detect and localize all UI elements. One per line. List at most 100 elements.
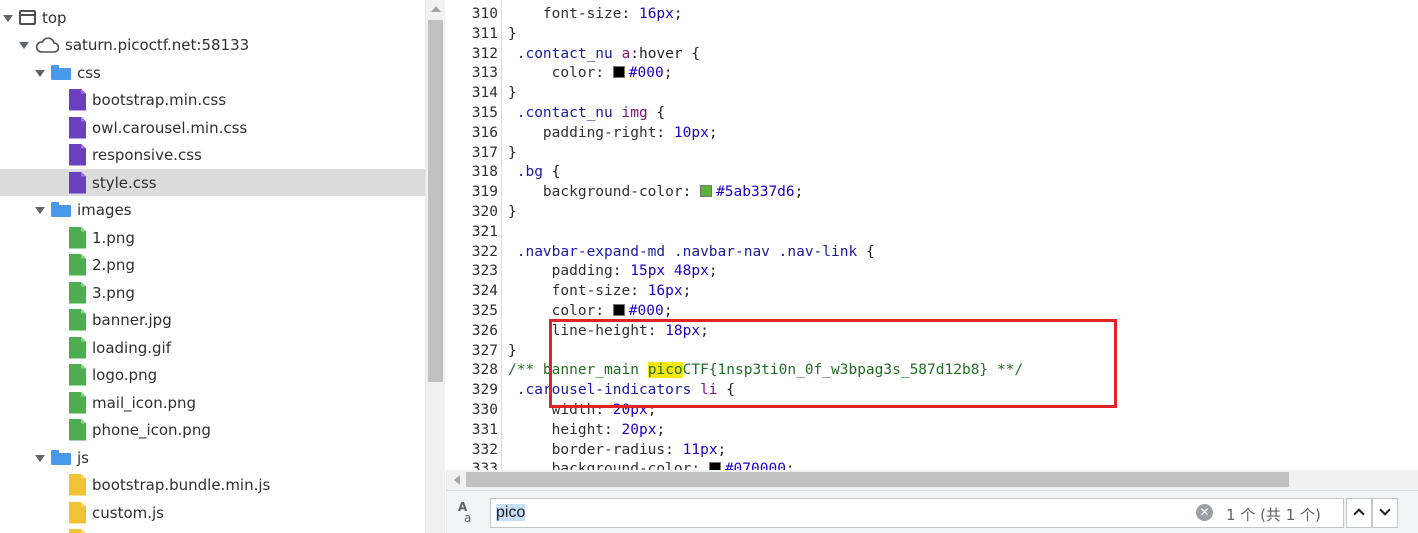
tree-file[interactable]: bootstrap.min.css bbox=[0, 86, 425, 113]
tree-file[interactable]: 1.png bbox=[0, 224, 425, 251]
line-number: 319 bbox=[471, 184, 498, 201]
folder-icon bbox=[51, 65, 71, 80]
line-number: 332 bbox=[471, 441, 498, 458]
chevron-down-icon[interactable] bbox=[3, 13, 13, 23]
clear-search-icon[interactable]: ✕ bbox=[1196, 504, 1213, 521]
line-content: } bbox=[508, 25, 517, 42]
line-number: 333 bbox=[471, 461, 498, 470]
js-file-icon bbox=[69, 474, 86, 496]
tree-file-label: bootstrap.bundle.min.js bbox=[92, 475, 271, 494]
tree-item-top[interactable]: top bbox=[0, 4, 425, 31]
tree-scrollbar[interactable] bbox=[425, 0, 445, 533]
js-file-icon bbox=[69, 502, 86, 524]
image-file-icon bbox=[69, 309, 86, 331]
horizontal-scrollbar[interactable] bbox=[446, 470, 1418, 490]
tree-file[interactable]: bootstrap.bundle.min.js bbox=[0, 471, 425, 498]
line-number: 324 bbox=[471, 283, 498, 300]
line-content: } bbox=[508, 144, 517, 161]
css-file-icon bbox=[69, 117, 86, 139]
tree-label-js: js bbox=[77, 448, 89, 467]
tree-label-top: top bbox=[42, 8, 67, 27]
tree-file-partial bbox=[0, 526, 425, 533]
line-content: .bg { bbox=[516, 164, 561, 181]
line-number: 322 bbox=[471, 243, 498, 260]
file-tree: top saturn.picoctf.net:58133 css bootstr… bbox=[0, 0, 425, 533]
line-content: padding: 15px 48px; bbox=[551, 263, 718, 280]
line-content: .navbar-expand-md .navbar-nav .nav-link … bbox=[516, 243, 875, 260]
image-file-icon bbox=[69, 254, 86, 276]
css-file-icon bbox=[69, 172, 86, 194]
chevron-up-icon bbox=[1353, 508, 1365, 520]
chevron-down-icon[interactable] bbox=[19, 40, 29, 50]
search-query: pico bbox=[496, 504, 526, 521]
tree-file-label: owl.carousel.min.css bbox=[92, 118, 248, 137]
line-number: 317 bbox=[471, 144, 498, 161]
folder-icon bbox=[51, 450, 71, 465]
tree-file-label: mail_icon.png bbox=[92, 393, 197, 412]
horizontal-scrollbar-thumb[interactable] bbox=[466, 472, 1289, 487]
line-content: font-size: 16px; bbox=[542, 6, 683, 22]
css-file-icon bbox=[69, 89, 86, 111]
line-number: 325 bbox=[471, 303, 498, 319]
js-file-icon bbox=[69, 529, 86, 533]
tree-folder-js[interactable]: js bbox=[0, 444, 425, 471]
tree-file[interactable]: loading.gif bbox=[0, 334, 425, 361]
line-number: 313 bbox=[471, 65, 498, 82]
next-match-button[interactable] bbox=[1372, 498, 1398, 528]
tree-file-label: phone_icon.png bbox=[92, 420, 211, 439]
line-content: border-radius: 11px; bbox=[551, 441, 727, 458]
tree-folder-images[interactable]: images bbox=[0, 196, 425, 223]
chevron-down-icon[interactable] bbox=[35, 205, 45, 215]
tree-folder-css[interactable]: css bbox=[0, 59, 425, 86]
search-bar: A a pico ✕ 1 个 (共 1 个) bbox=[446, 490, 1418, 533]
tree-file[interactable]: mail_icon.png bbox=[0, 389, 425, 416]
frame-icon bbox=[19, 10, 36, 25]
tree-file[interactable]: custom.js bbox=[0, 499, 425, 526]
image-file-icon bbox=[69, 364, 86, 386]
line-content: .contact_nu a:hover { bbox=[516, 45, 701, 62]
search-input[interactable]: pico bbox=[490, 498, 1344, 528]
tree-file[interactable]: responsive.css bbox=[0, 141, 425, 168]
folder-icon bbox=[51, 202, 71, 217]
line-content: background-color: #5ab337d6; bbox=[542, 184, 804, 201]
line-number: 329 bbox=[471, 382, 498, 399]
previous-match-button[interactable] bbox=[1346, 498, 1372, 528]
tree-file[interactable]: owl.carousel.min.css bbox=[0, 114, 425, 141]
tree-file-label: logo.png bbox=[92, 365, 158, 384]
line-content: font-size: 16px; bbox=[551, 283, 692, 300]
tree-file[interactable]: 2.png bbox=[0, 251, 425, 278]
tree-file[interactable]: logo.png bbox=[0, 361, 425, 388]
line-number: 327 bbox=[471, 342, 498, 359]
line-number: 328 bbox=[471, 362, 498, 379]
line-number: 331 bbox=[471, 421, 498, 438]
image-file-icon bbox=[69, 227, 86, 249]
tree-file[interactable]: banner.jpg bbox=[0, 306, 425, 333]
line-number: 318 bbox=[471, 164, 498, 181]
line-number: 315 bbox=[471, 105, 498, 121]
tree-file[interactable]: 3.png bbox=[0, 279, 425, 306]
line-content: padding-right: 10px; bbox=[542, 124, 718, 141]
chevron-down-icon bbox=[1379, 504, 1391, 516]
line-number: 314 bbox=[471, 85, 498, 102]
match-case-icon[interactable]: A a bbox=[458, 501, 471, 524]
line-number: 320 bbox=[471, 204, 498, 220]
line-content: background-color: #070000; bbox=[508, 459, 795, 470]
tree-label-images: images bbox=[77, 200, 132, 219]
line-number: 316 bbox=[471, 124, 498, 141]
tree-item-host[interactable]: saturn.picoctf.net:58133 bbox=[0, 31, 425, 58]
tree-file-label: loading.gif bbox=[92, 338, 171, 357]
tree-file-selected[interactable]: style.css bbox=[0, 169, 425, 196]
line-content: color: #000; bbox=[551, 65, 673, 82]
line-content: } bbox=[508, 85, 517, 102]
line-number: 312 bbox=[471, 45, 498, 62]
tree-file[interactable]: phone_icon.png bbox=[0, 416, 425, 443]
annotation-highlight-box bbox=[549, 319, 1117, 408]
css-file-icon bbox=[69, 144, 86, 166]
scroll-up-arrow-icon[interactable] bbox=[431, 6, 441, 12]
chevron-down-icon[interactable] bbox=[35, 453, 45, 463]
chevron-down-icon[interactable] bbox=[35, 68, 45, 78]
image-file-icon bbox=[69, 419, 86, 441]
scroll-left-arrow-icon[interactable] bbox=[454, 475, 460, 485]
tree-scrollbar-thumb[interactable] bbox=[428, 20, 443, 382]
tree-file-label: responsive.css bbox=[92, 145, 202, 164]
